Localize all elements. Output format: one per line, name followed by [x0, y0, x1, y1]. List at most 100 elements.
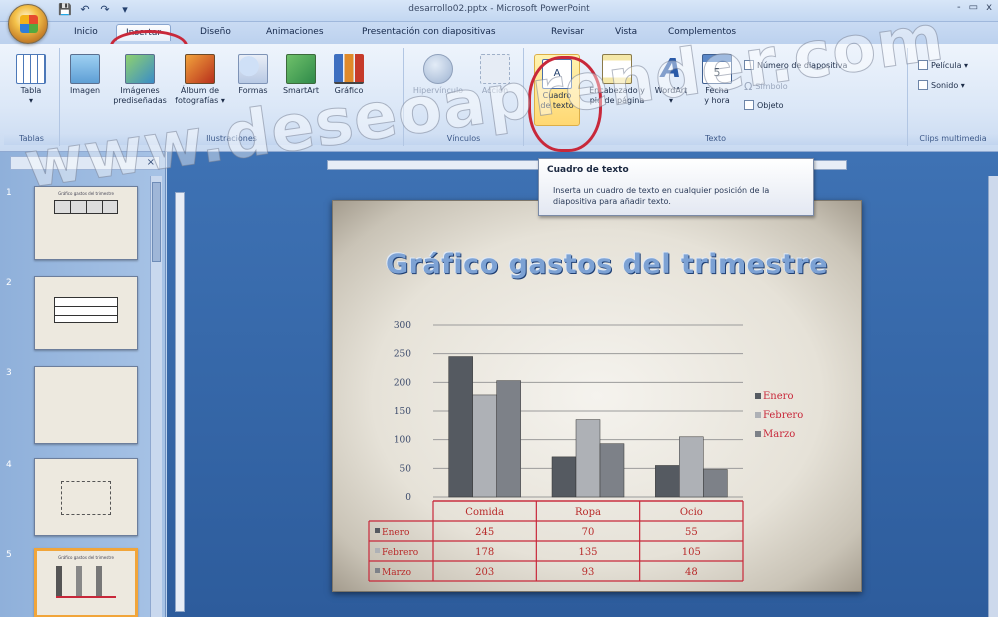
vertical-ruler[interactable] [175, 192, 185, 612]
picture-icon [70, 54, 100, 84]
tab-revisar[interactable]: Revisar [551, 27, 584, 37]
window-controls: - ▭ x [957, 2, 992, 13]
clipart-icon [125, 54, 155, 84]
office-logo-icon [20, 15, 38, 33]
slide-number: 3 [6, 368, 12, 378]
imagen-button[interactable]: Imagen [64, 54, 106, 96]
tooltip-body: Inserta un cuadro de texto en cualquier … [553, 186, 770, 206]
maximize-button[interactable]: ▭ [969, 2, 978, 13]
group-label-tablas: Tablas [4, 133, 59, 145]
wordart-icon: A [660, 54, 682, 84]
tab-inicio[interactable]: Inicio [74, 27, 98, 37]
slide-thumbnail-2[interactable] [34, 276, 138, 350]
tab-vista[interactable]: Vista [615, 27, 637, 37]
table-value: 203 [475, 567, 494, 578]
slide-number: 5 [6, 550, 12, 560]
group-vinculos: Hipervínculo Acción Vínculos [404, 48, 524, 146]
bar [496, 380, 521, 498]
group-tablas: Tabla ▾ Tablas [4, 48, 60, 146]
thumb-title: Gráfico gastos del trimestre [58, 555, 114, 560]
table-value: 105 [682, 547, 701, 558]
wordart-button[interactable]: A WordArt ▾ [650, 54, 692, 106]
current-slide[interactable]: Gráfico gastos del trimestre 0 50 100 150 20… [332, 200, 862, 592]
smartart-button[interactable]: SmartArt [280, 54, 322, 96]
bar [655, 465, 680, 498]
imagenes-predisenadas-button[interactable]: Imágenes prediseñadas [112, 54, 168, 106]
tab-animaciones[interactable]: Animaciones [266, 27, 324, 37]
numero-diapositiva-button[interactable]: Número de diapositiva [744, 60, 847, 70]
album-fotografias-button[interactable]: Álbum de fotografías ▾ [172, 54, 228, 106]
grafico-button[interactable]: Gráfico [328, 54, 370, 96]
cuadro-de-texto-tooltip: Cuadro de texto Inserta un cuadro de tex… [538, 158, 814, 216]
fecha-hora-button[interactable]: 5 Fecha y hora [696, 54, 738, 106]
omega-icon: Ω [744, 80, 753, 93]
text-box-icon: A [542, 59, 572, 89]
calendar-icon: 5 [702, 54, 732, 84]
table-icon [16, 54, 46, 84]
bar-chart[interactable]: 0 50 100 150 200 250 300 Enero Febrero Marzo Comid… [363, 291, 803, 591]
table-value: 55 [685, 527, 698, 538]
table-value: 135 [578, 547, 597, 558]
table-row-label: Febrero [382, 548, 418, 558]
table-value: 93 [582, 567, 595, 578]
table-value: 178 [475, 547, 494, 558]
header-footer-icon [602, 54, 632, 84]
group-texto: A Cuadro de texto Encabezado y pie de pá… [524, 48, 908, 146]
minimize-button[interactable]: - [957, 2, 961, 13]
globe-link-icon [423, 54, 453, 84]
thumb-table [54, 297, 118, 323]
table-value: 70 [582, 527, 595, 538]
tabla-button[interactable]: Tabla ▾ [10, 54, 52, 106]
office-button[interactable] [8, 4, 48, 44]
action-icon [480, 54, 510, 84]
y-tick-label: 100 [394, 436, 411, 446]
photo-album-icon [185, 54, 215, 84]
slide-thumbnail-4[interactable] [34, 458, 138, 536]
bar [599, 443, 625, 498]
table-swatch [375, 548, 380, 553]
tab-complementos[interactable]: Complementos [668, 27, 736, 37]
group-label-vinculos: Vínculos [404, 133, 523, 145]
slide-number-icon [744, 60, 754, 70]
slides-panel-scrollbar[interactable] [150, 176, 162, 617]
object-icon [744, 100, 754, 110]
accion-button[interactable]: Acción [474, 54, 516, 96]
slide-title[interactable]: Gráfico gastos del trimestre [373, 249, 841, 280]
thumb-org-chart [61, 481, 111, 515]
slide-thumbnail-5[interactable]: Gráfico gastos del trimestre [34, 548, 138, 617]
close-button[interactable]: x [986, 2, 992, 13]
category-label: Ropa [575, 507, 601, 518]
slides-panel-tabs[interactable]: × [10, 156, 160, 170]
sound-icon [918, 80, 928, 90]
bar [448, 356, 473, 498]
cuadro-de-texto-button[interactable]: A Cuadro de texto [534, 54, 580, 126]
title-bar: 💾 ↶ ↷ ▾ desarrollo02.pptx - Microsoft Po… [0, 0, 998, 22]
y-tick-label: 250 [394, 350, 411, 360]
ribbon-tabs: Inicio Insertar Diseño Animaciones Prese… [0, 22, 998, 44]
y-tick-label: 300 [394, 321, 411, 331]
encabezado-pie-button[interactable]: Encabezado y pie de página [588, 54, 646, 106]
ribbon: Tabla ▾ Tablas Imagen Imágenes prediseña… [0, 44, 998, 152]
tab-presentacion[interactable]: Presentación con diapositivas [362, 27, 496, 37]
scrollbar-thumb[interactable] [152, 182, 161, 262]
y-tick-label: 200 [394, 378, 411, 388]
hipervinculo-button[interactable]: Hipervínculo [408, 54, 468, 96]
tab-insertar[interactable]: Insertar [116, 24, 172, 41]
slide-number: 4 [6, 460, 12, 470]
formas-button[interactable]: Formas [232, 54, 274, 96]
tab-diseno[interactable]: Diseño [200, 27, 231, 37]
simbolo-button[interactable]: Ω Símbolo [744, 80, 788, 93]
slides-panel: × 1 Gráfico gastos del trimestre 2 3 4 5… [0, 152, 166, 617]
close-icon[interactable]: × [147, 157, 155, 168]
thumb-chart [56, 566, 116, 598]
objeto-button[interactable]: Objeto [744, 100, 784, 110]
slide-thumbnail-1[interactable]: Gráfico gastos del trimestre [34, 186, 138, 260]
slide-thumbnail-3[interactable] [34, 366, 138, 444]
pelicula-button[interactable]: Película ▾ [918, 60, 968, 70]
tooltip-title: Cuadro de texto [547, 165, 629, 175]
group-ilustraciones: Imagen Imágenes prediseñadas Álbum de fo… [60, 48, 404, 146]
sonido-button[interactable]: Sonido ▾ [918, 80, 965, 90]
group-label-texto: Texto [524, 133, 907, 145]
workspace-scrollbar[interactable] [988, 176, 998, 617]
smartart-icon [286, 54, 316, 84]
